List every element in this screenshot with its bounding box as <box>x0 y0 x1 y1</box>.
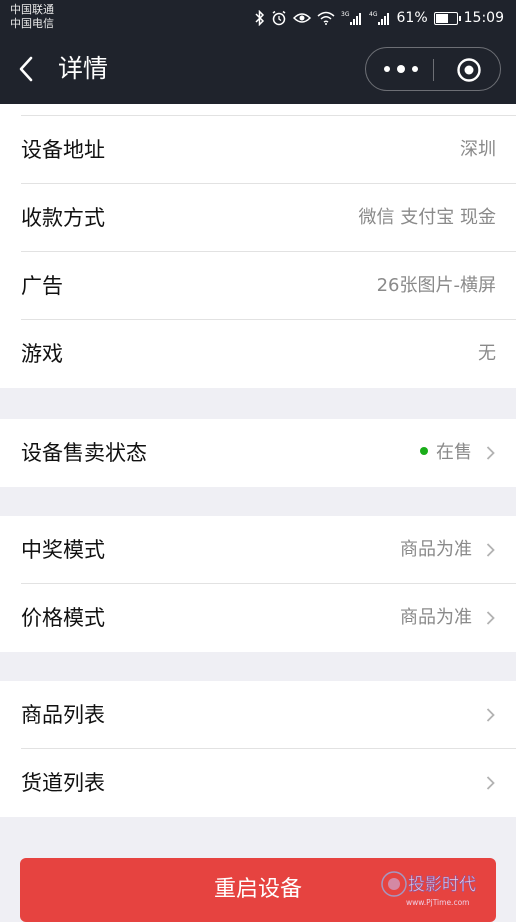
row-label: 货道列表 <box>21 771 105 795</box>
row-label: 设备售卖状态 <box>21 441 147 465</box>
carrier-2: 中国电信 <box>10 17 54 30</box>
info-row-address: 设备地址 深圳 <box>0 116 516 184</box>
mode-row-prize[interactable]: 中奖模式 商品为准 <box>0 516 516 584</box>
battery-percent: 61% <box>396 10 428 26</box>
chevron-right-icon <box>486 543 495 557</box>
target-circle-icon[interactable] <box>456 57 482 83</box>
list-card: 商品列表 货道列表 <box>0 681 516 817</box>
status-icons: 3G 4G 61% 15:09 <box>254 6 504 30</box>
alarm-icon <box>272 10 285 26</box>
sale-status-row[interactable]: 设备售卖状态 在售 <box>0 419 516 487</box>
signal-3g-icon: 3G <box>341 11 361 25</box>
row-label: 中奖模式 <box>21 538 105 562</box>
signal-4g-icon: 4G <box>369 11 389 25</box>
title-bar: 详情 <box>0 36 516 104</box>
page-title: 详情 <box>58 54 109 83</box>
carrier-info: 中国联通 中国电信 <box>10 3 54 31</box>
device-info-card: 设备地址 深圳 收款方式 微信 支付宝 现金 广告 26张图片-横屏 游戏 无 <box>0 116 516 388</box>
battery-icon <box>433 11 461 25</box>
row-value: 商品为准 <box>400 539 472 560</box>
chevron-left-icon[interactable] <box>18 56 34 82</box>
row-label: 价格模式 <box>21 606 105 630</box>
svg-text:4G: 4G <box>369 11 378 18</box>
list-row-products[interactable]: 商品列表 <box>0 681 516 749</box>
chevron-right-icon <box>486 611 495 625</box>
chevron-right-icon <box>486 446 495 460</box>
mini-program-capsule <box>365 47 501 91</box>
chevron-right-icon <box>486 708 495 722</box>
info-row-payment: 收款方式 微信 支付宝 现金 <box>0 184 516 252</box>
list-row-channels[interactable]: 货道列表 <box>0 749 516 817</box>
clock: 15:09 <box>463 10 504 26</box>
watermark-text: 投影时代 <box>408 875 476 895</box>
more-dots-icon[interactable] <box>384 62 418 76</box>
row-label: 设备地址 <box>21 138 105 162</box>
sale-status-card: 设备售卖状态 在售 <box>0 419 516 487</box>
row-value: 商品为准 <box>400 607 472 628</box>
watermark-logo: 投影时代 www.PjTime.com <box>381 871 476 907</box>
status-dot <box>420 447 428 455</box>
status-bar: 中国联通 中国电信 3G 4G 61% 15:09 <box>0 0 516 36</box>
carrier-1: 中国联通 <box>10 3 54 16</box>
mode-card: 中奖模式 商品为准 价格模式 商品为准 <box>0 516 516 652</box>
watermark-url: www.PjTime.com <box>406 898 469 907</box>
bluetooth-icon <box>254 10 264 26</box>
eye-icon <box>292 13 311 23</box>
info-row-ads: 广告 26张图片-横屏 <box>0 252 516 320</box>
row-label: 游戏 <box>21 342 63 366</box>
capsule-divider <box>433 59 434 81</box>
svg-text:3G: 3G <box>341 11 350 18</box>
wifi-icon <box>317 11 335 25</box>
sale-status-value: 在售 <box>420 419 472 487</box>
info-row-game: 游戏 无 <box>0 320 516 388</box>
status-text: 在售 <box>436 442 472 463</box>
row-label: 收款方式 <box>21 206 105 230</box>
chevron-right-icon <box>486 776 495 790</box>
mode-row-price[interactable]: 价格模式 商品为准 <box>0 584 516 652</box>
scrolled-row-remnant <box>0 104 516 116</box>
row-value: 微信 支付宝 现金 <box>358 207 496 228</box>
row-label: 商品列表 <box>21 703 105 727</box>
row-label: 广告 <box>21 274 63 298</box>
row-value: 深圳 <box>460 139 496 160</box>
row-value: 无 <box>478 343 496 364</box>
row-value: 26张图片-横屏 <box>376 275 496 296</box>
